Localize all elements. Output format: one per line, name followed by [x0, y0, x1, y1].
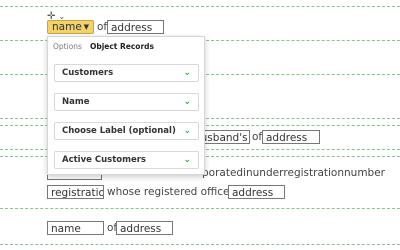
address-field[interactable]: address	[228, 185, 285, 199]
select-label: Customers	[62, 68, 114, 78]
chevron-down-icon: ⌄	[183, 97, 191, 107]
connector-text: of	[252, 131, 263, 143]
address-field[interactable]: address	[107, 20, 164, 34]
name-select[interactable]: Name ⌄	[54, 93, 199, 111]
connector-text: of	[97, 21, 108, 33]
select-label: Active Customers	[62, 155, 146, 165]
select-label: Choose Label (optional)	[62, 126, 176, 136]
divider-line	[0, 208, 400, 209]
address-field[interactable]: address	[262, 130, 320, 144]
chevron-down-icon: ⌄	[183, 126, 191, 136]
paragraph-word: under	[252, 167, 284, 179]
chevron-down-icon: ⌄	[183, 155, 191, 165]
paragraph-word: porated	[201, 167, 244, 179]
tab-options[interactable]: Options	[53, 42, 82, 51]
name-tag-dropdown[interactable]: name ▼	[47, 20, 94, 34]
divider-line	[0, 6, 400, 7]
paragraph-word: registration	[283, 167, 345, 179]
customers-select[interactable]: Customers ⌄	[54, 64, 199, 82]
paragraph-word: in	[243, 167, 253, 179]
chevron-down-icon: ⌄	[183, 68, 191, 78]
registration-field[interactable]: registration	[47, 185, 104, 199]
caret-down-icon: ▼	[83, 23, 89, 31]
popup-tabs: Options Object Records	[48, 37, 204, 55]
object-records-popup: Options Object Records Customers ⌄ Name …	[47, 36, 205, 175]
tab-object-records[interactable]: Object Records	[90, 42, 154, 51]
name-field[interactable]: name	[47, 221, 104, 235]
tag-label: name	[52, 21, 82, 33]
divider-line	[0, 244, 400, 245]
paragraph-word: number	[344, 167, 385, 179]
active-customers-select[interactable]: Active Customers ⌄	[54, 151, 199, 169]
choose-label-select[interactable]: Choose Label (optional) ⌄	[54, 122, 199, 140]
select-label: Name	[62, 97, 90, 107]
address-field[interactable]: address	[116, 221, 173, 235]
